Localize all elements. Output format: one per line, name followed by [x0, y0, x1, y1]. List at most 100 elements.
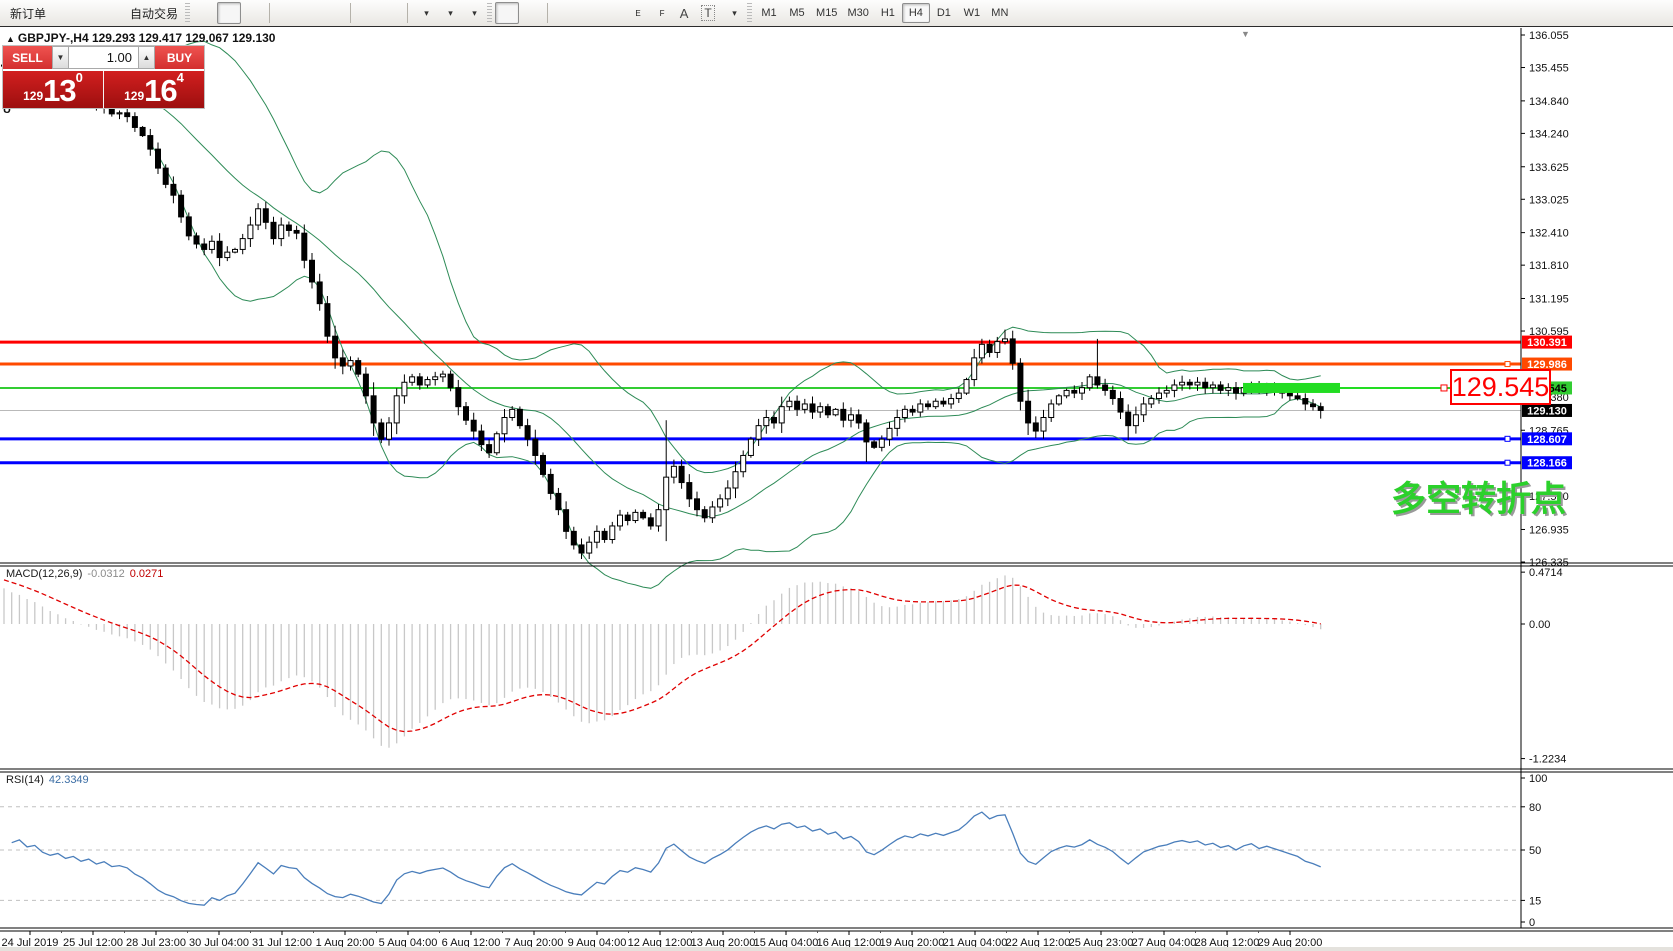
fibonacci-button[interactable]: F [648, 2, 672, 24]
history-button[interactable] [50, 2, 74, 24]
buy-button[interactable]: BUY [155, 46, 204, 69]
candle [1026, 401, 1031, 423]
candle [702, 510, 707, 518]
price-tick-label: 132.410 [1529, 228, 1569, 240]
price-annotation-box[interactable]: 129.545 [1450, 369, 1551, 405]
arrows-button[interactable]: ▾ [720, 2, 744, 24]
candle [625, 515, 630, 520]
ask-price-panel[interactable]: 129164 [104, 71, 204, 108]
timeframe-button-H1[interactable]: H1 [874, 3, 902, 23]
timeframe-button-M15[interactable]: M15 [811, 3, 842, 23]
signals-button[interactable] [98, 2, 122, 24]
turning-point-annotation[interactable]: 多空转折点 [1391, 471, 1566, 522]
candle [787, 401, 792, 406]
line-handle[interactable] [1505, 362, 1510, 367]
candle [941, 401, 946, 404]
text-label-button[interactable]: T [696, 2, 720, 24]
candle [202, 244, 207, 249]
horizontal-line-button[interactable] [576, 2, 600, 24]
scroll-to-end-icon[interactable]: ▼ [1241, 29, 1250, 39]
chart-shift-button[interactable] [379, 2, 403, 24]
bid-big-digits: 13 [43, 75, 75, 106]
candle [340, 358, 345, 366]
price-tick-label: 133.025 [1529, 194, 1569, 206]
price-tick-label: 131.195 [1529, 294, 1569, 306]
search-button[interactable] [1617, 2, 1641, 24]
candle [132, 117, 137, 128]
volume-input[interactable]: 1.00 [69, 46, 138, 69]
candle [571, 531, 576, 545]
candle [833, 409, 838, 414]
zoom-in-button[interactable] [274, 2, 298, 24]
candle [872, 442, 877, 447]
crosshair-button[interactable] [519, 2, 543, 24]
line-chart-button[interactable] [241, 2, 265, 24]
timeframe-button-M1[interactable]: M1 [755, 3, 783, 23]
text-button[interactable]: A [672, 2, 696, 24]
sell-button[interactable]: SELL [3, 46, 52, 69]
candle [448, 374, 453, 388]
trading-terminal-window: 新订单 自动交易 [0, 0, 1673, 951]
candle [695, 499, 700, 510]
candle [779, 407, 784, 423]
new-order-button[interactable]: 新订单 [2, 2, 50, 24]
timeframe-button-M30[interactable]: M30 [842, 3, 873, 23]
candle [718, 499, 723, 507]
direction-up-icon: ▲ [6, 34, 15, 44]
tile-windows-button[interactable] [322, 2, 346, 24]
vertical-line-button[interactable] [552, 2, 576, 24]
candle [933, 401, 938, 406]
candle [564, 510, 569, 532]
candle [225, 252, 230, 257]
timeframe-button-W1[interactable]: W1 [958, 3, 986, 23]
candle [1103, 385, 1108, 390]
trendline-button[interactable] [600, 2, 624, 24]
candle [1318, 407, 1323, 411]
candle [964, 380, 969, 394]
line-handle[interactable] [1505, 460, 1510, 465]
candle [1126, 412, 1131, 426]
candle [1072, 390, 1077, 393]
indicators-button[interactable]: ▾ [412, 2, 436, 24]
candle [1010, 339, 1015, 363]
candle [440, 374, 445, 377]
timeframe-button-D1[interactable]: D1 [930, 3, 958, 23]
macd-tick-label: 0.00 [1529, 619, 1550, 631]
line-handle[interactable] [1505, 436, 1510, 441]
candle [379, 423, 384, 439]
candle [1133, 415, 1138, 426]
bar-chart-button[interactable] [193, 2, 217, 24]
bid-price-panel[interactable]: 129130 [3, 71, 103, 108]
volume-decrease-button[interactable]: ▼ [52, 46, 69, 69]
auto-scroll-button[interactable] [355, 2, 379, 24]
volume-increase-button[interactable]: ▲ [138, 46, 155, 69]
candle [1234, 388, 1239, 393]
profile-button[interactable] [74, 2, 98, 24]
candle [918, 404, 923, 412]
cursor-button[interactable] [495, 2, 519, 24]
highlight-band[interactable] [1243, 383, 1340, 393]
template-button[interactable]: ▾ [460, 2, 484, 24]
candle [579, 545, 584, 553]
candle [117, 113, 122, 114]
candle [125, 113, 130, 117]
auto-trading-button[interactable]: 自动交易 [122, 2, 182, 24]
period-caret: ▾ [448, 8, 453, 19]
toolbar-separator [407, 3, 408, 23]
chat-button[interactable] [1641, 2, 1665, 24]
candle [1180, 382, 1185, 385]
macd-signal-value: 0.0271 [130, 568, 164, 580]
channel-button[interactable]: E [624, 2, 648, 24]
candle [633, 512, 638, 520]
zoom-out-button[interactable] [298, 2, 322, 24]
timeframe-button-MN[interactable]: MN [986, 3, 1014, 23]
candles-chart-button[interactable] [217, 2, 241, 24]
period-button[interactable]: ▾ [436, 2, 460, 24]
timeframe-button-H4[interactable]: H4 [902, 3, 930, 23]
price-box-handle[interactable] [1441, 385, 1447, 391]
timeframe-button-M5[interactable]: M5 [783, 3, 811, 23]
candle [949, 399, 954, 404]
candle [587, 542, 592, 553]
rsi-tick-label: 80 [1529, 802, 1541, 814]
candle [1033, 423, 1038, 431]
